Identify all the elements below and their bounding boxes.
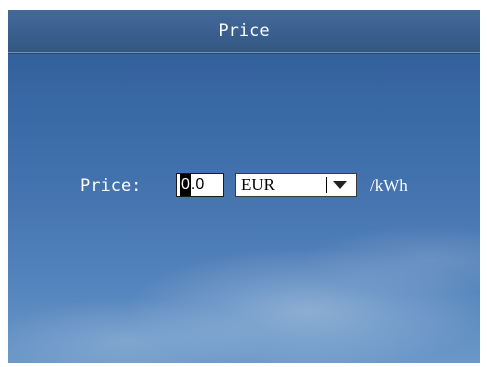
currency-select[interactable]: EUR bbox=[235, 173, 357, 197]
title-bar: Price bbox=[8, 10, 480, 53]
price-input-cursor-char: 0 bbox=[180, 174, 191, 196]
unit-label: /kWh bbox=[370, 176, 408, 195]
page-title: Price bbox=[218, 21, 270, 41]
select-divider bbox=[326, 177, 327, 193]
price-row: Price: 0.0 EUR /kWh bbox=[80, 172, 440, 200]
price-label: Price: bbox=[80, 176, 142, 196]
chevron-down-icon[interactable] bbox=[333, 181, 347, 189]
price-input[interactable]: 0.0 bbox=[176, 173, 224, 197]
device-screen: Price Price: 0.0 EUR /kWh bbox=[8, 10, 480, 363]
currency-select-value: EUR bbox=[241, 175, 275, 194]
price-input-value-rest: .0 bbox=[190, 176, 205, 193]
